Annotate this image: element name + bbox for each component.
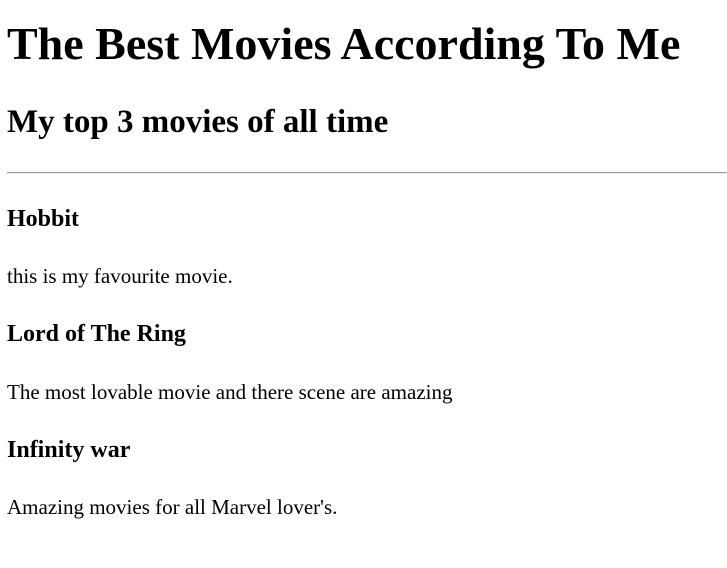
movie-title-hobbit: Hobbit: [7, 206, 80, 232]
movie-description-lord-of-the-ring: The most lovable movie and there scene a…: [7, 380, 453, 404]
movie-description-infinity-war: Amazing movies for all Marvel lover's.: [7, 495, 338, 519]
divider: [7, 172, 727, 174]
page-title: The Best Movies According To Me: [7, 18, 681, 69]
movie-title-infinity-war: Infinity war: [7, 437, 131, 463]
movie-description-hobbit: this is my favourite movie.: [7, 264, 233, 288]
movie-title-lord-of-the-ring: Lord of The Ring: [7, 321, 186, 347]
page: The Best Movies According To Me My top 3…: [0, 0, 727, 568]
page-subtitle: My top 3 movies of all time: [7, 104, 389, 140]
